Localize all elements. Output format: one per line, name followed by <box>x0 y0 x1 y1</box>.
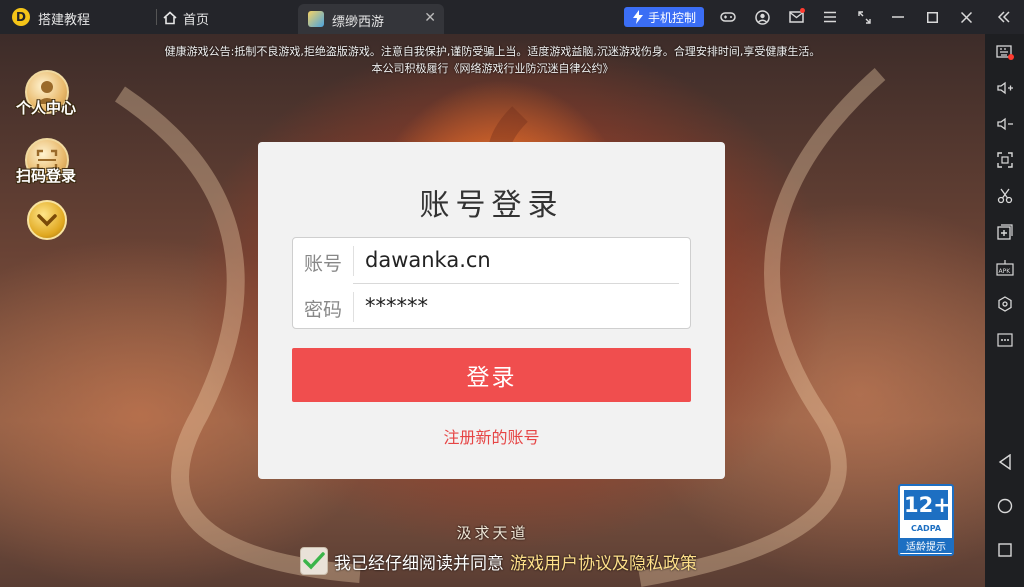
health-notice-line1: 健康游戏公告:抵制不良游戏,拒绝盗版游戏。注意自我保护,谨防受骗上当。适度游戏益… <box>164 45 821 58</box>
emulator-sidebar: APK <box>985 34 1024 587</box>
tab-home[interactable]: 首页 <box>163 7 209 29</box>
age-rating-number: 12+ <box>904 490 951 520</box>
field-separator <box>353 292 354 322</box>
close-window-icon[interactable] <box>957 8 975 26</box>
tab-game-label: 缥缈西游 <box>332 15 385 30</box>
collapse-sidebar-icon[interactable] <box>995 8 1013 26</box>
maximize-icon[interactable] <box>923 8 941 26</box>
home-circle-icon[interactable] <box>995 496 1015 516</box>
svg-text:APK: APK <box>999 268 1012 275</box>
agreement-checkbox[interactable] <box>300 547 328 575</box>
gamepad-icon[interactable] <box>719 8 737 26</box>
login-card: 账号登录 账号 dawanka.cn 密码 ****** 登录 注册新的账号 <box>258 142 725 479</box>
game-icon <box>308 11 324 27</box>
age-rating-tip: 适龄提示 <box>900 538 952 553</box>
field-separator <box>353 246 354 276</box>
close-tab-icon[interactable]: ✕ <box>424 10 436 26</box>
volume-down-icon[interactable] <box>995 114 1015 134</box>
notification-dot <box>800 8 805 13</box>
phone-control-label: 手机控制 <box>647 10 696 25</box>
chevron-down-icon <box>37 214 57 227</box>
expand-menu-button[interactable] <box>27 200 67 240</box>
login-fields: 账号 dawanka.cn 密码 ****** <box>292 237 691 329</box>
login-button[interactable]: 登录 <box>292 348 691 402</box>
keyboard-icon[interactable] <box>995 42 1015 62</box>
scissors-icon[interactable] <box>995 186 1015 206</box>
menu-icon[interactable] <box>821 8 839 26</box>
checkmark-icon <box>303 552 325 570</box>
game-viewport[interactable]: 健康游戏公告:抵制不良游戏,拒绝盗版游戏。注意自我保护,谨防受骗上当。适度游戏益… <box>0 34 985 587</box>
more-icon[interactable] <box>995 330 1015 350</box>
settings-hex-icon[interactable] <box>995 294 1015 314</box>
apk-install-icon[interactable]: APK <box>995 258 1015 278</box>
add-window-icon[interactable] <box>995 222 1015 242</box>
title-divider <box>156 9 157 25</box>
mail-icon[interactable] <box>787 8 805 26</box>
slogan: 汲求天道 <box>456 524 529 542</box>
policy-link[interactable]: 游戏用户协议及隐私政策 <box>510 549 697 574</box>
tab-home-label: 首页 <box>183 12 210 28</box>
user-icon[interactable] <box>753 8 771 26</box>
account-input[interactable]: dawanka.cn <box>365 248 491 272</box>
password-input[interactable]: ****** <box>365 294 428 318</box>
app-name[interactable]: 搭建教程 <box>38 9 90 28</box>
login-title: 账号登录 <box>419 188 564 223</box>
shrink-icon[interactable] <box>855 8 873 26</box>
title-bar: D 搭建教程 首页 缥缈西游 ✕ 手机控制 <box>0 0 1024 34</box>
app-logo-icon: D <box>12 8 30 26</box>
phone-control-button[interactable]: 手机控制 <box>624 7 704 27</box>
agreement-text: 我已经仔细阅读并同意 <box>334 553 504 574</box>
account-row[interactable]: 账号 dawanka.cn <box>293 238 692 283</box>
register-link[interactable]: 注册新的账号 <box>258 424 725 448</box>
password-row[interactable]: 密码 ****** <box>293 284 692 329</box>
personal-center-label[interactable]: 个人中心 <box>16 97 76 118</box>
tab-game[interactable]: 缥缈西游 ✕ <box>298 4 444 34</box>
volume-up-icon[interactable] <box>995 78 1015 98</box>
back-icon[interactable] <box>995 452 1015 472</box>
agreement-row: 我已经仔细阅读并同意 游戏用户协议及隐私政策 <box>300 546 697 576</box>
recent-apps-icon[interactable] <box>995 540 1015 560</box>
health-notice-line2: 本公司积极履行《网络游戏行业防沉迷自律公约》 <box>371 62 614 75</box>
age-rating-org: CADPA <box>910 524 942 533</box>
lightning-icon <box>632 10 643 24</box>
age-rating-badge[interactable]: 12+ CADPA 适龄提示 <box>898 484 954 556</box>
scan-login-label[interactable]: 扫码登录 <box>16 165 76 186</box>
password-label: 密码 <box>304 299 343 321</box>
account-label: 账号 <box>304 253 343 275</box>
health-notice: 健康游戏公告:抵制不良游戏,拒绝盗版游戏。注意自我保护,谨防受骗上当。适度游戏益… <box>0 43 985 77</box>
home-icon <box>163 11 177 25</box>
fullscreen-icon[interactable] <box>995 150 1015 170</box>
minimize-icon[interactable] <box>889 8 907 26</box>
